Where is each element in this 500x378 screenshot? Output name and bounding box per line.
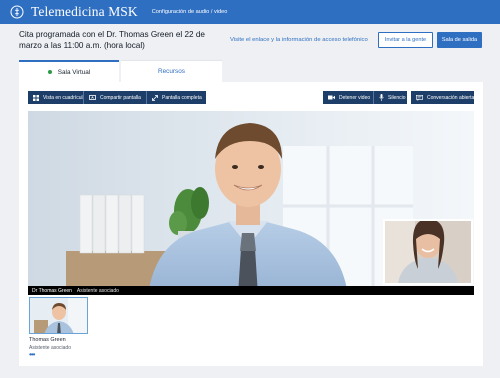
participant-name: Thomas Green bbox=[29, 337, 66, 343]
chat-icon bbox=[416, 94, 423, 101]
share-screen-icon bbox=[89, 94, 96, 100]
appointment-info: Cita programada con el Dr. Thomas Green … bbox=[19, 30, 205, 50]
top-bar: Telemedicina MSK Configuración de audio … bbox=[0, 0, 500, 24]
speaker-role: Asistente asociado bbox=[76, 287, 119, 294]
speaker-name: Dr Thomas Green bbox=[32, 287, 72, 294]
expand-icon bbox=[152, 94, 158, 101]
tab-bar: Sala Virtual Recursos bbox=[19, 60, 222, 82]
virtual-room-panel: Vista en cuadrícula Compartir pantalla P… bbox=[19, 82, 483, 366]
grid-view-button[interactable]: Vista en cuadrícula bbox=[28, 91, 86, 104]
fullscreen-button[interactable]: Pantalla completa bbox=[147, 91, 206, 104]
share-screen-label: Compartir pantalla bbox=[100, 94, 141, 101]
participant-video-image bbox=[30, 298, 87, 333]
stop-video-button[interactable]: Detener video bbox=[323, 91, 373, 104]
open-chat-label: Conversación abierta bbox=[427, 94, 475, 101]
brand-name: Telemedicina MSK bbox=[31, 4, 138, 19]
doctor-video-image bbox=[28, 111, 474, 295]
participant-thumbnail[interactable] bbox=[29, 297, 88, 334]
tab-label: Sala Virtual bbox=[57, 68, 91, 76]
grid-icon bbox=[33, 94, 39, 101]
open-chat-button[interactable]: Conversación abierta bbox=[411, 91, 474, 104]
audio-video-settings-link[interactable]: Configuración de audio / video bbox=[152, 9, 228, 15]
grid-view-label: Vista en cuadrícula bbox=[43, 94, 86, 101]
status-dot bbox=[47, 70, 52, 74]
tab-virtual-room[interactable]: Sala Virtual bbox=[19, 60, 119, 82]
main-video-feed[interactable] bbox=[28, 111, 474, 295]
exit-room-button[interactable]: Sala de salida bbox=[437, 32, 482, 48]
fullscreen-label: Pantalla completa bbox=[162, 94, 202, 101]
video-camera-icon bbox=[328, 95, 335, 100]
access-info-link[interactable]: Visite el enlace y la información de acc… bbox=[230, 37, 368, 43]
tab-resources[interactable]: Recursos bbox=[121, 60, 222, 82]
mute-button[interactable]: Silencio bbox=[374, 91, 407, 104]
speaker-name-bar: Dr Thomas Green Asistente asociado bbox=[28, 286, 474, 295]
stop-video-label: Detener video bbox=[339, 94, 371, 101]
microphone-icon bbox=[379, 94, 384, 101]
tab-label: Recursos bbox=[158, 68, 185, 75]
participant-role: Asistente asociado bbox=[29, 345, 71, 351]
invite-people-button[interactable]: Invitar a la gente bbox=[378, 32, 433, 48]
more-options-icon[interactable]: ••• bbox=[29, 351, 35, 359]
share-screen-button[interactable]: Compartir pantalla bbox=[84, 91, 146, 104]
mute-label: Silencio bbox=[388, 94, 406, 101]
msk-logo-icon bbox=[9, 4, 25, 20]
